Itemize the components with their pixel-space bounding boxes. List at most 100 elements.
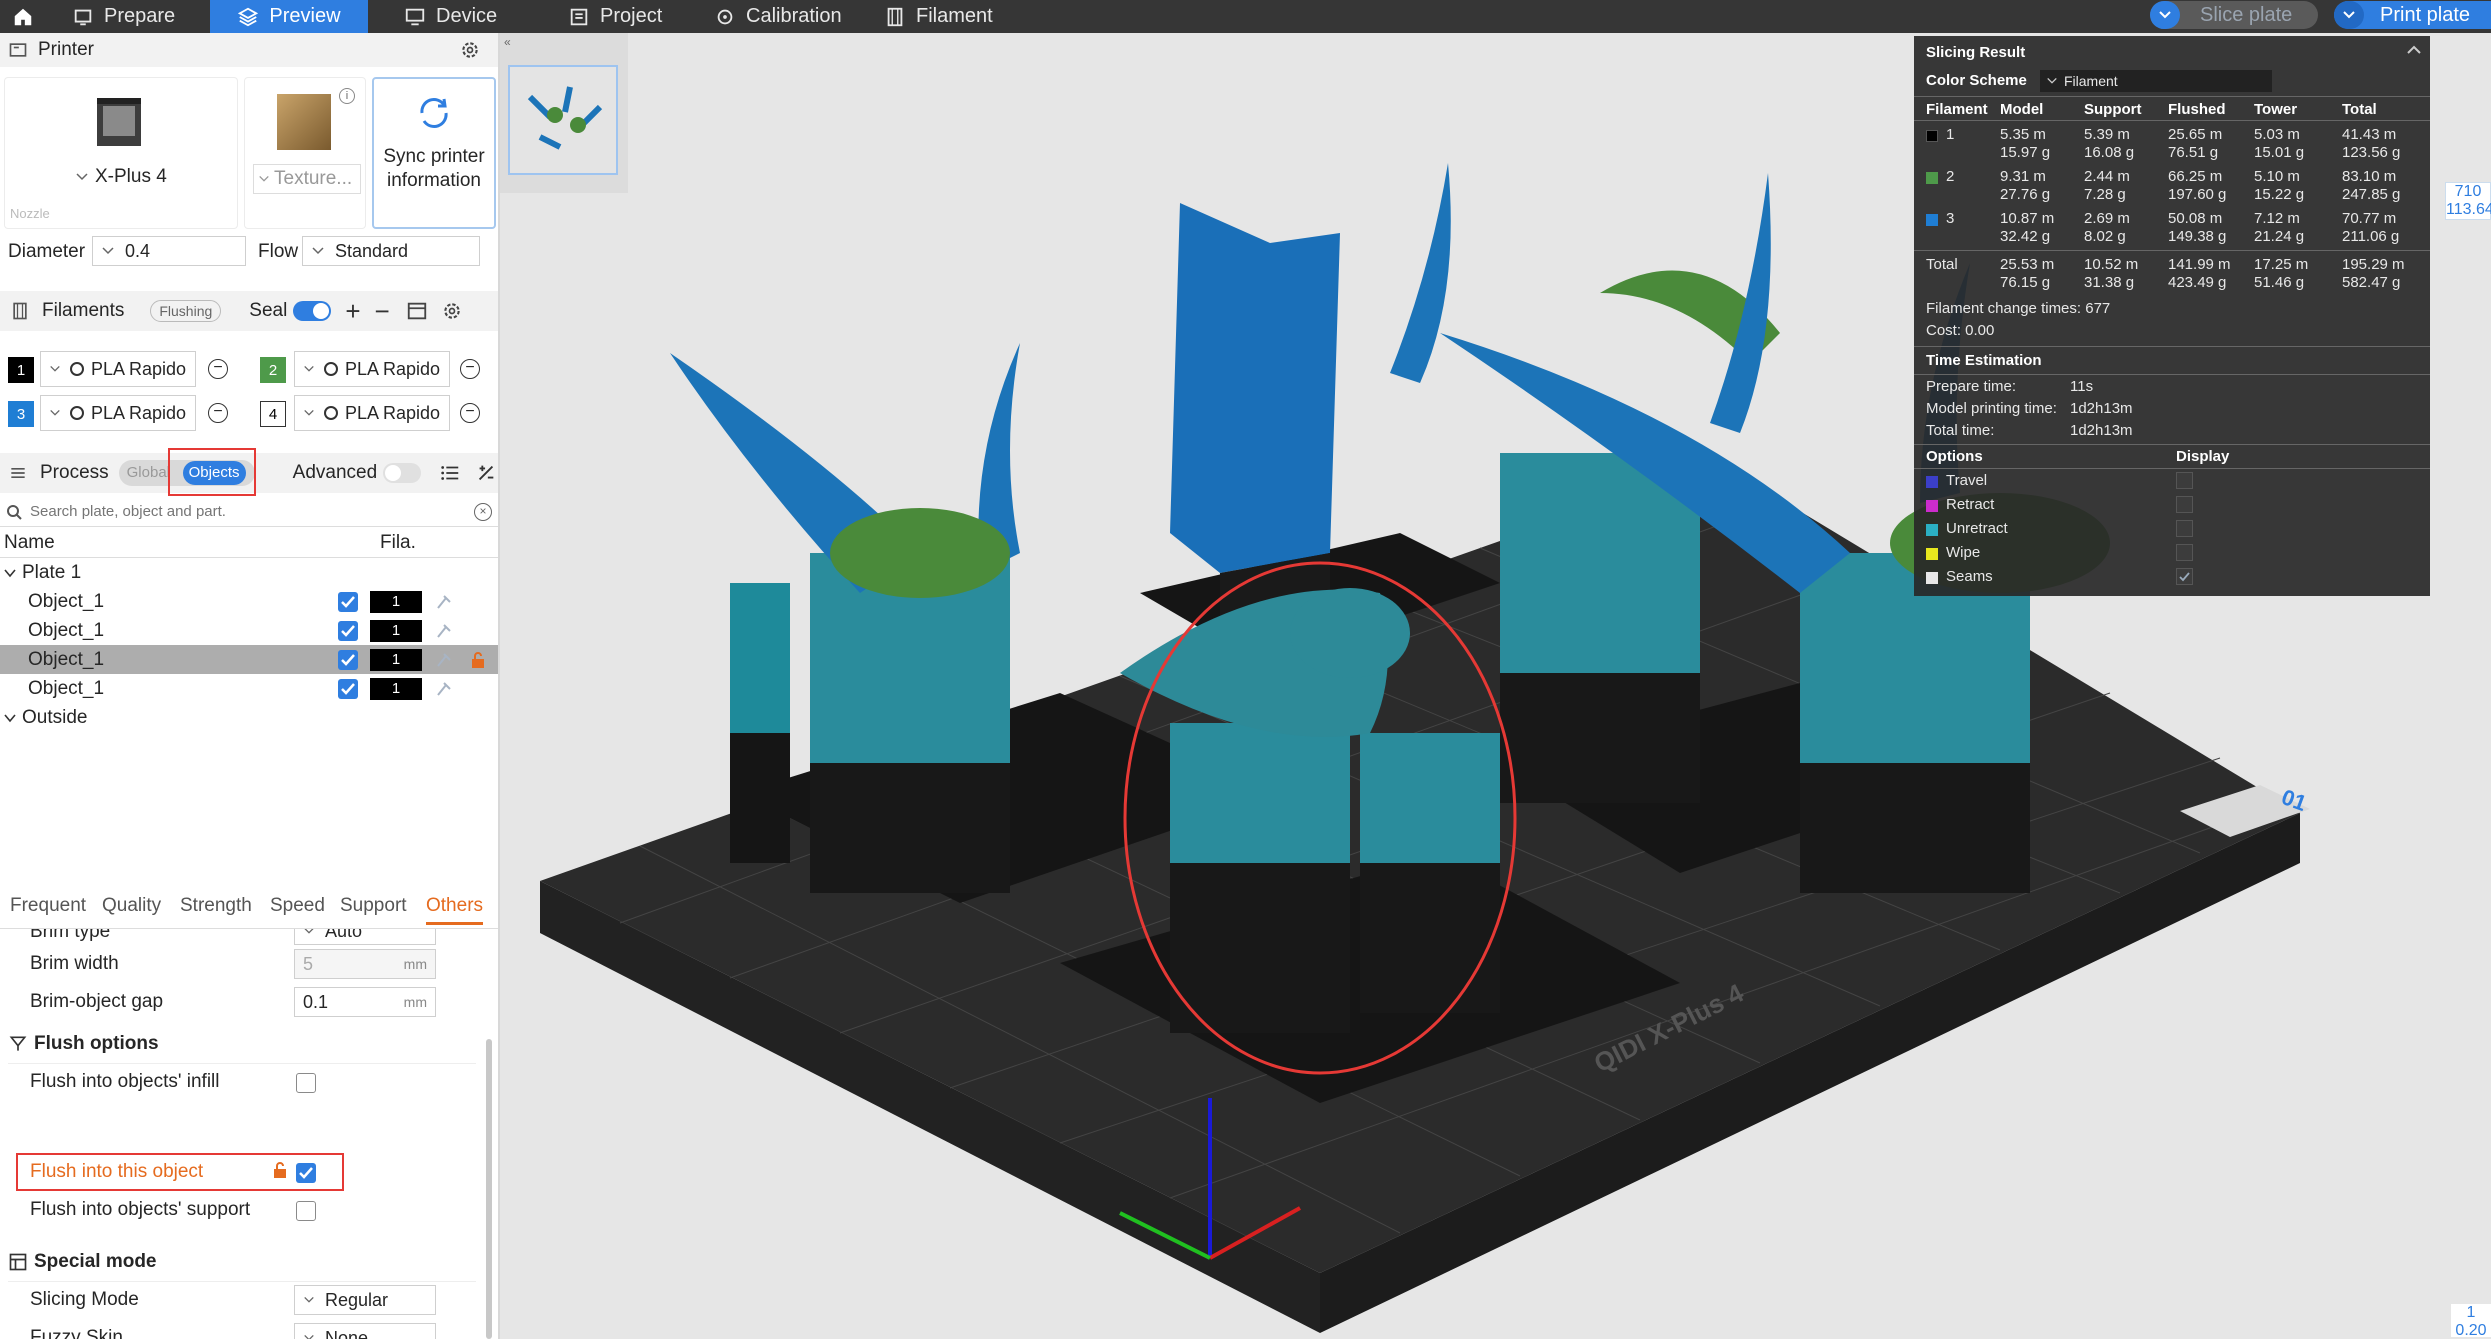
gear-icon[interactable] <box>442 301 462 321</box>
table-row[interactable]: Object_1 1 <box>0 674 498 703</box>
display-checkbox[interactable] <box>2176 520 2193 537</box>
display-checkbox[interactable] <box>2176 472 2193 489</box>
collapse-icon[interactable] <box>2406 44 2422 56</box>
remove-icon[interactable]: − <box>460 403 480 423</box>
collapse-thumbs-icon[interactable]: « <box>504 35 511 49</box>
clear-search-icon[interactable]: × <box>474 502 492 521</box>
object-checkbox[interactable] <box>338 591 358 612</box>
object-filament[interactable]: 1 <box>370 648 422 671</box>
layer-slider-top[interactable]: 710 113.64 <box>2445 182 2491 220</box>
filament-settings-icon[interactable] <box>406 300 428 322</box>
object-filament[interactable]: 1 <box>370 619 422 642</box>
option-label: Retract <box>1946 496 1995 513</box>
remove-icon[interactable]: − <box>460 359 480 379</box>
sync-printer-button[interactable]: Sync printer information <box>372 77 496 229</box>
flushed-length: 66.25 m <box>2168 168 2223 185</box>
wing-model <box>1390 163 1451 383</box>
plate-texture-card[interactable]: i Texture... <box>244 77 366 229</box>
seal-toggle[interactable] <box>293 301 332 321</box>
flush-support-checkbox[interactable] <box>296 1201 316 1221</box>
color-scheme-select[interactable]: Filament <box>2040 70 2272 92</box>
paint-icon[interactable] <box>434 679 454 699</box>
object-checkbox[interactable] <box>338 649 358 670</box>
slicing-mode-select[interactable]: Regular <box>294 1285 436 1315</box>
model-time-label: Model printing time: <box>1926 400 2057 417</box>
spool-icon <box>324 406 338 420</box>
paint-icon[interactable] <box>434 650 454 670</box>
object-filament[interactable]: 1 <box>370 590 422 613</box>
gear-icon[interactable] <box>460 40 480 60</box>
tab-preview[interactable]: Preview <box>210 0 368 33</box>
tab-strength[interactable]: Strength <box>180 895 252 917</box>
tab-calibration[interactable]: Calibration <box>714 0 842 33</box>
filament-select[interactable]: PLA Rapido <box>40 395 196 431</box>
paint-icon[interactable] <box>434 621 454 641</box>
remove-filament-icon[interactable]: − <box>375 296 390 327</box>
tab-speed[interactable]: Speed <box>270 895 325 917</box>
search-input[interactable] <box>30 503 470 520</box>
print-plate-button[interactable]: Print plate <box>2334 1 2491 29</box>
legend-swatch <box>1926 548 1938 560</box>
flow-select[interactable]: Standard <box>302 236 480 266</box>
advanced-toggle[interactable] <box>383 463 422 483</box>
table-row[interactable]: Object_1 1 <box>0 587 498 616</box>
diameter-select[interactable]: 0.4 <box>92 236 246 266</box>
filament-select[interactable]: PLA Rapido <box>40 351 196 387</box>
info-icon[interactable]: i <box>339 88 355 104</box>
filament-select[interactable]: PLA Rapido <box>294 395 450 431</box>
home-button[interactable] <box>6 0 40 33</box>
filament-icon <box>887 7 903 26</box>
flush-this-checkbox[interactable] <box>296 1163 316 1183</box>
brim-width-input[interactable]: 5 mm <box>294 949 436 979</box>
display-checkbox[interactable] <box>2176 496 2193 513</box>
flushing-button[interactable]: Flushing <box>150 300 222 322</box>
tab-device[interactable]: Device <box>404 0 497 33</box>
printer-model-select[interactable]: X-Plus 4 <box>75 166 167 188</box>
chevron-down-icon[interactable] <box>4 712 16 724</box>
paint-icon[interactable] <box>434 592 454 612</box>
total-weight: 582.47 g <box>2342 274 2401 291</box>
add-filament-icon[interactable]: + <box>345 296 360 327</box>
chevron-down-icon <box>304 1334 314 1339</box>
chevron-down-icon[interactable] <box>2334 1 2364 29</box>
table-row[interactable]: Object_1 1 <box>0 616 498 645</box>
outside-row[interactable]: Outside <box>0 703 498 732</box>
flush-infill-checkbox[interactable] <box>296 1073 316 1093</box>
lock-icon[interactable] <box>470 651 486 669</box>
remove-icon[interactable]: − <box>208 359 228 379</box>
object-checkbox[interactable] <box>338 678 358 699</box>
chevron-down-icon[interactable] <box>2150 1 2180 29</box>
table-row[interactable]: Object_1 1 <box>0 645 498 674</box>
device-icon <box>405 8 425 25</box>
settings-scrollbar[interactable] <box>486 1039 492 1339</box>
lock-icon[interactable] <box>272 1161 288 1179</box>
brim-gap-input[interactable]: 0.1 mm <box>294 987 436 1017</box>
tab-prepare[interactable]: Prepare <box>72 0 175 33</box>
tab-frequent[interactable]: Frequent <box>10 895 86 917</box>
slice-plate-button[interactable]: Slice plate <box>2150 1 2318 29</box>
display-checkbox[interactable] <box>2176 568 2193 585</box>
layer-slider-bottom[interactable]: 1 0.20 <box>2451 1304 2491 1339</box>
tab-support[interactable]: Support <box>340 895 407 917</box>
texture-select[interactable]: Texture... <box>253 164 361 194</box>
plate-row[interactable]: Plate 1 <box>0 558 498 587</box>
chevron-down-icon[interactable] <box>4 567 16 579</box>
object-filament[interactable]: 1 <box>370 677 422 700</box>
object-checkbox[interactable] <box>338 620 358 641</box>
brim-type-select[interactable]: Auto <box>294 929 436 945</box>
display-checkbox[interactable] <box>2176 544 2193 561</box>
tab-filament[interactable]: Filament <box>884 0 993 33</box>
fuzzy-skin-select[interactable]: None <box>294 1323 436 1339</box>
global-option[interactable]: Global <box>127 464 170 481</box>
tab-others[interactable]: Others <box>426 895 484 925</box>
compare-icon[interactable] <box>475 462 497 484</box>
list-icon[interactable] <box>439 462 461 484</box>
remove-icon[interactable]: − <box>208 403 228 423</box>
support-weight: 7.28 g <box>2084 186 2126 203</box>
plate-thumbnail[interactable] <box>508 65 618 175</box>
filament-select[interactable]: PLA Rapido <box>294 351 450 387</box>
tower-length: 5.03 m <box>2254 126 2300 143</box>
tab-project[interactable]: Project <box>568 0 662 33</box>
object-search[interactable]: × <box>0 497 498 527</box>
tab-quality[interactable]: Quality <box>102 895 161 917</box>
